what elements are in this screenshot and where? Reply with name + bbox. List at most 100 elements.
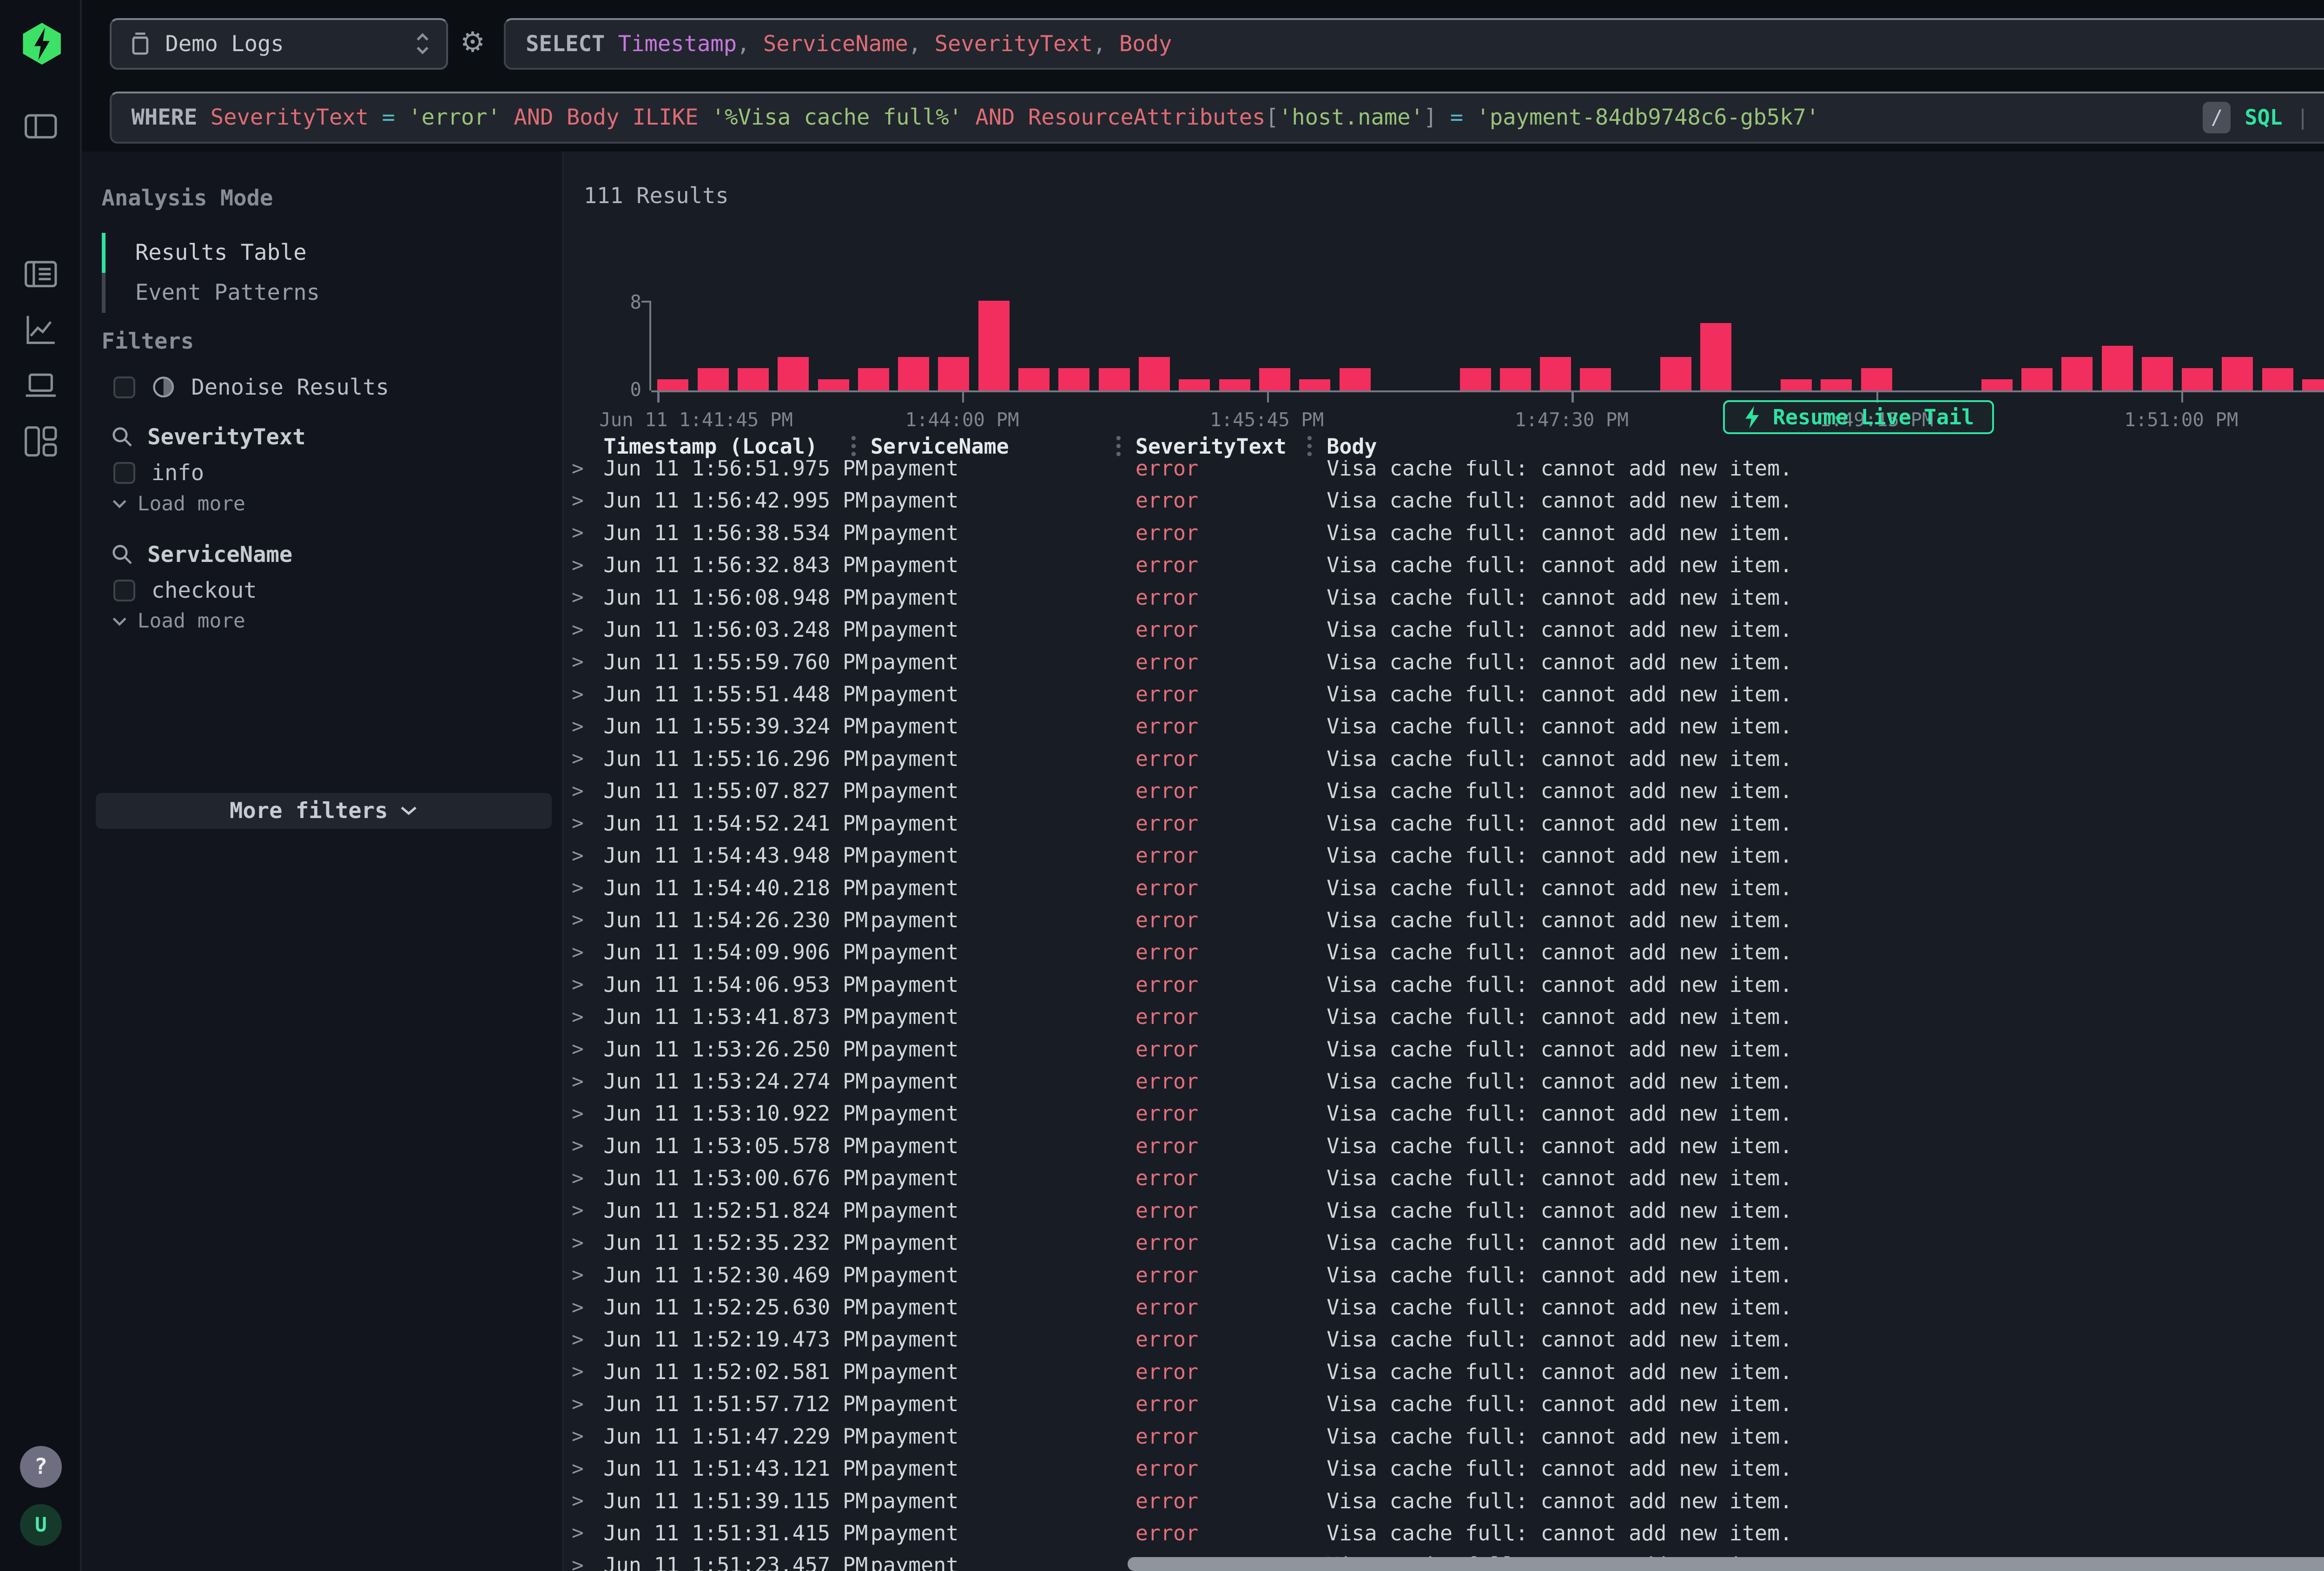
histogram-bar[interactable] [1500,368,1531,390]
column-resize-handle[interactable] [1307,434,1313,458]
help-button[interactable]: ? [20,1446,62,1488]
info-checkbox[interactable] [113,462,135,484]
histogram-bar[interactable] [2262,368,2293,390]
table-row[interactable]: >Jun 11 1:56:38.534 PMpaymenterrorVisa c… [572,517,2324,549]
table-row[interactable]: >Jun 11 1:54:09.906 PMpaymenterrorVisa c… [572,936,2324,968]
table-row[interactable]: >Jun 11 1:51:57.712 PMpaymenterrorVisa c… [572,1388,2324,1420]
sql-mode-toggle[interactable]: SQL [2245,105,2282,130]
denoise-checkbox[interactable] [113,376,135,398]
table-row[interactable]: >Jun 11 1:53:10.922 PMpaymenterrorVisa c… [572,1097,2324,1129]
app-logo-icon[interactable] [20,22,64,73]
histogram-bar[interactable] [2302,379,2324,390]
histogram-bar[interactable] [1340,368,1371,390]
column-resize-handle[interactable] [1116,434,1122,458]
table-row[interactable]: >Jun 11 1:51:43.121 PMpaymenterrorVisa c… [572,1452,2324,1485]
histogram-bar[interactable] [1540,357,1571,390]
histogram-bar[interactable] [1580,368,1611,390]
table-row[interactable]: >Jun 11 1:56:32.843 PMpaymenterrorVisa c… [572,549,2324,581]
table-row[interactable]: >Jun 11 1:54:26.230 PMpaymenterrorVisa c… [572,904,2324,936]
table-row[interactable]: >Jun 11 1:54:06.953 PMpaymenterrorVisa c… [572,969,2324,1001]
user-avatar[interactable]: U [20,1504,62,1546]
table-row[interactable]: >Jun 11 1:53:26.250 PMpaymenterrorVisa c… [572,1033,2324,1065]
table-row[interactable]: >Jun 11 1:55:16.296 PMpaymenterrorVisa c… [572,743,2324,775]
table-row[interactable]: >Jun 11 1:52:51.824 PMpaymenterrorVisa c… [572,1195,2324,1227]
histogram-bar[interactable] [2102,346,2133,390]
histogram-bar[interactable] [1139,357,1170,390]
column-resize-handle[interactable] [851,434,857,458]
checkout-checkbox[interactable] [113,580,135,601]
search-logs-icon[interactable] [22,255,59,293]
histogram-bar[interactable] [938,357,969,390]
table-row[interactable]: >Jun 11 1:52:19.473 PMpaymenterrorVisa c… [572,1323,2324,1355]
histogram-bar[interactable] [1219,379,1250,390]
table-row[interactable]: >Jun 11 1:52:25.630 PMpaymenterrorVisa c… [572,1291,2324,1323]
table-row[interactable]: >Jun 11 1:52:30.469 PMpaymenterrorVisa c… [572,1259,2324,1291]
histogram-bar[interactable] [2182,368,2213,390]
resume-live-tail-button[interactable]: Resume Live Tail [1723,400,1994,434]
histogram-bar[interactable] [698,368,729,390]
histogram-bar[interactable] [2142,357,2173,390]
table-row[interactable]: >Jun 11 1:53:05.578 PMpaymenterrorVisa c… [572,1130,2324,1162]
table-row[interactable]: >Jun 11 1:54:40.218 PMpaymenterrorVisa c… [572,871,2324,904]
table-row[interactable]: >Jun 11 1:55:51.448 PMpaymenterrorVisa c… [572,678,2324,710]
mode-event-patterns[interactable]: Event Patterns [102,273,540,313]
more-filters-button[interactable]: More filters [96,793,552,829]
histogram-bar[interactable] [1299,379,1330,390]
table-row[interactable]: >Jun 11 1:52:02.581 PMpaymenterrorVisa c… [572,1356,2324,1388]
table-row[interactable]: >Jun 11 1:55:07.827 PMpaymenterrorVisa c… [572,775,2324,807]
histogram-bar[interactable] [657,379,688,390]
horizontal-scrollbar[interactable] [1128,1557,2324,1571]
histogram-bar[interactable] [1660,357,1691,390]
col-severitytext[interactable]: SeverityText [1136,434,1327,460]
table-row[interactable]: >Jun 11 1:56:08.948 PMpaymenterrorVisa c… [572,581,2324,614]
dashboards-icon[interactable] [22,422,59,460]
col-body[interactable]: Body [1327,434,2324,460]
histogram-bar[interactable] [1700,323,1731,390]
denoise-results-row[interactable]: Denoise Results [113,375,389,400]
histogram-bar[interactable] [898,357,929,390]
table-row[interactable]: >Jun 11 1:53:41.873 PMpaymenterrorVisa c… [572,1001,2324,1033]
histogram-bar[interactable] [1058,368,1089,390]
histogram-bar[interactable] [818,379,849,390]
histogram-bar[interactable] [1460,368,1491,390]
histogram-bar[interactable] [2222,357,2253,390]
histogram-bar[interactable] [1259,368,1290,390]
filter-option-checkout[interactable]: checkout [113,578,257,603]
where-clause-input[interactable]: WHERE SeverityText = 'error' AND Body IL… [110,92,2324,143]
load-more-severitytext[interactable]: Load more [112,492,245,515]
sidebar-toggle-icon[interactable] [22,107,59,145]
histogram-bar[interactable] [978,301,1010,390]
histogram-bar[interactable] [2061,357,2093,390]
filter-option-info[interactable]: info [113,460,204,486]
table-row[interactable]: >Jun 11 1:51:39.115 PMpaymenterrorVisa c… [572,1485,2324,1517]
chart-explorer-icon[interactable] [22,311,59,349]
mode-results-table[interactable]: Results Table [102,233,540,273]
source-settings-gear-icon[interactable]: ⚙ [460,26,485,59]
table-row[interactable]: >Jun 11 1:54:43.948 PMpaymenterrorVisa c… [572,839,2324,871]
col-timestamp[interactable]: Timestamp (Local) [604,434,871,460]
histogram-bar[interactable] [2021,368,2053,390]
sessions-icon[interactable] [22,367,59,404]
histogram-bar[interactable] [1018,368,1050,390]
table-row[interactable]: >Jun 11 1:51:31.415 PMpaymenterrorVisa c… [572,1517,2324,1549]
table-row[interactable]: >Jun 11 1:55:39.324 PMpaymenterrorVisa c… [572,710,2324,742]
histogram-bar[interactable] [1781,379,1812,390]
table-row[interactable]: >Jun 11 1:55:59.760 PMpaymenterrorVisa c… [572,646,2324,678]
table-row[interactable]: >Jun 11 1:53:24.274 PMpaymenterrorVisa c… [572,1065,2324,1097]
select-clause-input[interactable]: SELECT Timestamp, ServiceName, SeverityT… [504,18,2324,70]
histogram-bar[interactable] [1821,379,1852,390]
table-row[interactable]: >Jun 11 1:52:35.232 PMpaymenterrorVisa c… [572,1227,2324,1259]
histogram-bar[interactable] [778,357,809,390]
table-row[interactable]: >Jun 11 1:56:42.995 PMpaymenterrorVisa c… [572,484,2324,516]
source-selector[interactable]: Demo Logs [110,18,449,70]
histogram-bar[interactable] [858,368,889,390]
horizontal-scrollbar-thumb[interactable] [1128,1557,2324,1571]
table-row[interactable]: >Jun 11 1:53:00.676 PMpaymenterrorVisa c… [572,1162,2324,1194]
col-servicename[interactable]: ServiceName [871,434,1136,460]
histogram-bar[interactable] [738,368,769,390]
histogram-bar[interactable] [1099,368,1130,390]
table-row[interactable]: >Jun 11 1:54:52.241 PMpaymenterrorVisa c… [572,807,2324,839]
histogram-bar[interactable] [1179,379,1210,390]
table-row[interactable]: >Jun 11 1:51:47.229 PMpaymenterrorVisa c… [572,1420,2324,1452]
histogram-bar[interactable] [1981,379,2013,390]
